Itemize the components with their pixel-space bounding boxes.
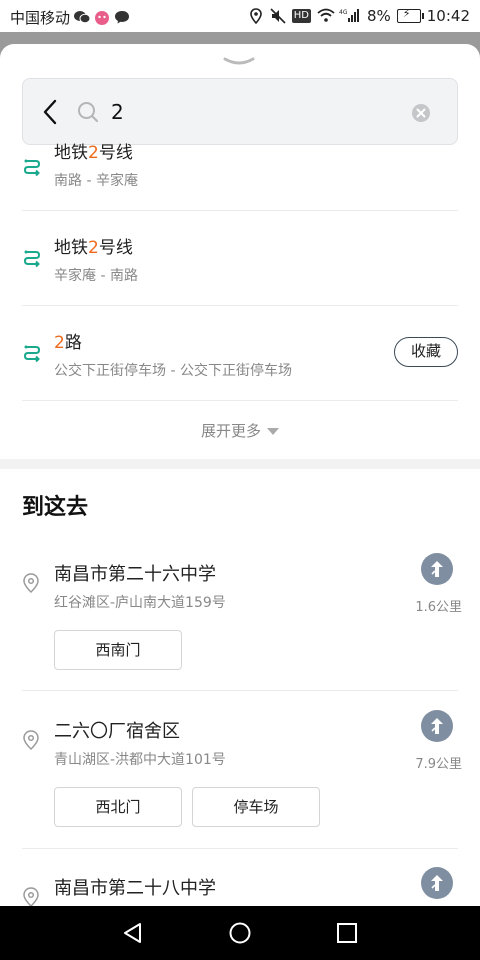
place-address: 红谷滩区-庐山南大道159号 — [54, 595, 226, 611]
navigate-button[interactable] — [421, 867, 453, 899]
system-home-icon[interactable] — [229, 922, 251, 944]
place-name: 南昌市第二十八中学 — [54, 878, 216, 899]
clock: 10:42 — [426, 7, 470, 25]
favorite-button[interactable]: 收藏 — [394, 337, 458, 367]
route-icon — [22, 158, 42, 178]
message-icon — [114, 10, 130, 26]
place-name: 二六〇厂宿舍区 — [54, 721, 180, 742]
wechat-icon — [74, 10, 91, 26]
parking-chip[interactable]: 停车场 — [192, 787, 320, 827]
status-bar: 中国移动 HD 4G 8% ⚡ 10:42 — [0, 0, 480, 32]
app-notification-icon — [94, 10, 110, 26]
location-icon — [248, 8, 264, 25]
distance-label: 7.9公里 — [415, 757, 462, 772]
section-separator — [0, 459, 480, 469]
route-title: 地铁2号线 — [54, 238, 133, 258]
divider — [22, 400, 458, 401]
route-endpoints: 公交下正街停车场 - 公交下正街停车场 — [54, 363, 292, 379]
mute-icon — [270, 8, 286, 24]
section-title: 到这去 — [22, 495, 89, 520]
battery-percent: 8% — [366, 7, 391, 25]
search-result-sheet: 2 地铁2号线 南路 - 辛家庵 地铁2号线 辛家庵 - 南路 2路 公交下正街… — [0, 44, 480, 906]
route-icon — [22, 344, 42, 364]
location-pin-icon — [22, 730, 40, 751]
route-item-bus-2[interactable]: 2路 公交下正街停车场 - 公交下正街停车场 收藏 — [0, 306, 480, 400]
route-endpoints: 辛家庵 - 南路 — [54, 268, 138, 284]
svg-text:4G: 4G — [339, 9, 348, 16]
expand-more-button[interactable]: 展开更多 — [0, 420, 480, 441]
route-title: 地铁2号线 — [54, 143, 133, 163]
location-pin-icon — [22, 573, 40, 594]
navigate-button[interactable] — [421, 553, 453, 585]
route-item-metro-line-2-a[interactable]: 地铁2号线 南路 - 辛家庵 — [0, 104, 480, 210]
divider — [22, 848, 458, 849]
place-name: 南昌市第二十六中学 — [54, 564, 216, 585]
divider — [22, 690, 458, 691]
entrance-chip[interactable]: 西北门 — [54, 787, 182, 827]
battery-icon: ⚡ — [396, 7, 424, 23]
route-title: 2路 — [54, 333, 82, 353]
signal-icon: 4G — [339, 8, 361, 24]
route-item-metro-line-2-b[interactable]: 地铁2号线 辛家庵 - 南路 — [0, 211, 480, 305]
location-pin-icon — [22, 887, 40, 906]
hd-badge: HD — [291, 9, 311, 23]
route-endpoints: 南路 - 辛家庵 — [54, 173, 138, 189]
route-icon — [22, 249, 42, 269]
navigate-button[interactable] — [421, 710, 453, 742]
carrier-label: 中国移动 — [10, 9, 71, 27]
wifi-icon — [317, 8, 335, 24]
place-address: 青山湖区-洪都中大道101号 — [54, 752, 226, 768]
system-back-icon[interactable] — [122, 922, 144, 944]
collapse-handle-icon[interactable] — [222, 54, 256, 68]
entrance-chip[interactable]: 西南门 — [54, 630, 182, 670]
distance-label: 1.6公里 — [415, 600, 462, 615]
triangle-down-icon — [267, 428, 279, 435]
system-navigation-bar — [0, 906, 480, 960]
system-recents-icon[interactable] — [336, 922, 358, 944]
